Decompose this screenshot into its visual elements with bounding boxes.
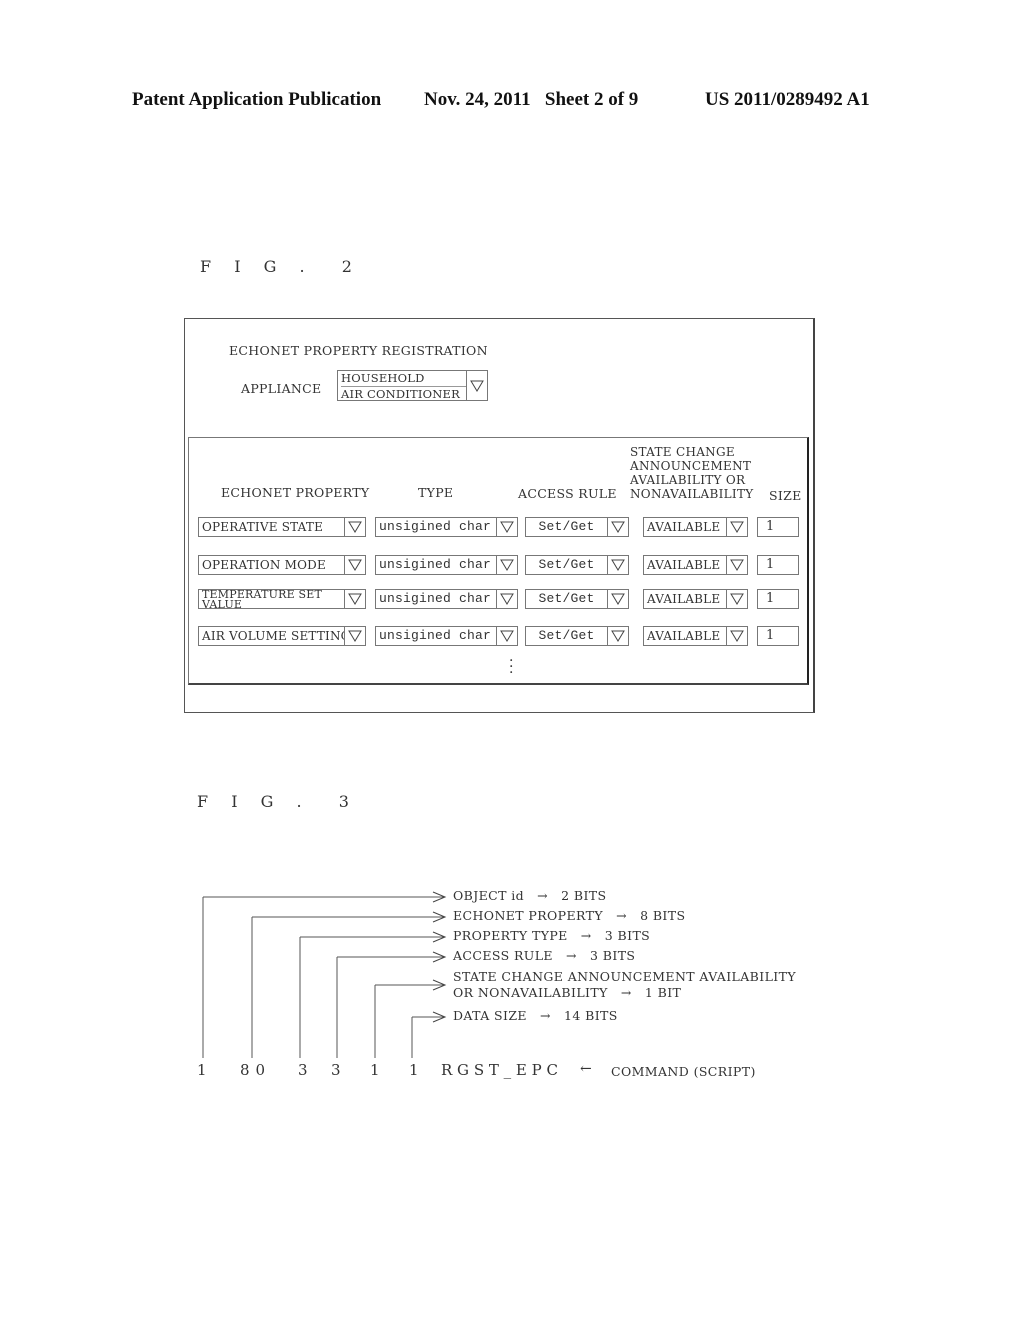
command-value: 3 [298, 1061, 314, 1079]
bit-field-diagram [202, 891, 447, 1058]
command-value: 1 [370, 1061, 386, 1079]
bit-field-label: PROPERTY TYPE → 3 BITS [453, 928, 651, 943]
command-arrow: ← [580, 1061, 592, 1077]
field-name-line2: OR NONAVAILABILITY → 1 BIT [453, 985, 682, 1000]
command-name: R G S T _ E P C [441, 1061, 558, 1079]
command-value: 3 [331, 1061, 347, 1079]
bit-field-label: STATE CHANGE ANNOUNCEMENT AVAILABILITY OR… [453, 969, 796, 1001]
bit-field-label: ECHONET PROPERTY → 8 BITS [453, 908, 686, 923]
command-value: 80 [240, 1061, 272, 1079]
bit-field-label: DATA SIZE → 14 BITS [453, 1008, 618, 1023]
command-value: 1 [197, 1061, 213, 1079]
bit-field-label: ACCESS RULE → 3 BITS [453, 948, 636, 963]
command-caption: COMMAND (SCRIPT) [611, 1064, 756, 1079]
field-name: STATE CHANGE ANNOUNCEMENT AVAILABILITY [453, 969, 797, 984]
bit-field-label: OBJECT id → 2 BITS [453, 888, 607, 903]
command-value: 1 [409, 1061, 425, 1079]
